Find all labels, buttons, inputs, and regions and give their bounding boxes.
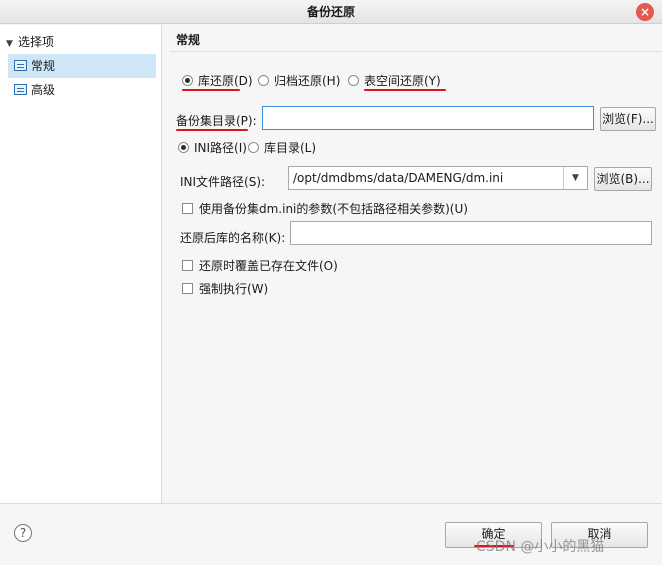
- watermark-text: CSDN @小小的黑猫: [476, 539, 605, 555]
- collapse-arrow-icon[interactable]: ▼: [6, 35, 18, 53]
- checkbox-label: 还原时覆盖已存在文件(O): [199, 259, 338, 273]
- page-icon: [14, 60, 27, 71]
- help-icon[interactable]: ?: [14, 524, 32, 542]
- red-annotation-underline: [176, 129, 248, 131]
- checkbox-label: 使用备份集dm.ini的参数(不包括路径相关参数)(U): [199, 202, 468, 216]
- radio-db-dir[interactable]: 库目录(L): [248, 139, 316, 156]
- radio-db-restore[interactable]: 库还原(D): [182, 72, 253, 89]
- sidebar-item-advanced[interactable]: 高级: [8, 78, 156, 102]
- backup-dir-input[interactable]: [262, 106, 594, 130]
- header-divider: [170, 51, 662, 52]
- radio-label: 库目录(L): [264, 141, 317, 155]
- browse-ini-button[interactable]: 浏览(B)...: [594, 167, 652, 191]
- radio-indicator[interactable]: [348, 75, 359, 86]
- backup-dir-label: 备份集目录(P):: [176, 114, 257, 128]
- red-annotation-underline: [182, 89, 240, 91]
- page-icon: [14, 84, 27, 95]
- radio-label: 库还原(D): [198, 74, 253, 88]
- dropdown-arrow-icon[interactable]: ▼: [563, 167, 587, 189]
- browse-backup-dir-button[interactable]: 浏览(F)...: [600, 107, 656, 131]
- radio-indicator[interactable]: [182, 75, 193, 86]
- radio-indicator[interactable]: [258, 75, 269, 86]
- restored-name-label: 还原后库的名称(K):: [180, 231, 286, 245]
- radio-label: 表空间还原(Y): [364, 74, 441, 88]
- use-backup-ini-checkbox[interactable]: 使用备份集dm.ini的参数(不包括路径相关参数)(U): [182, 200, 468, 217]
- radio-indicator[interactable]: [248, 142, 259, 153]
- close-button[interactable]: ×: [636, 3, 654, 21]
- window-title: 备份还原: [306, 5, 355, 19]
- sidebar-item-label: 常规: [31, 59, 56, 73]
- tree-root-label: 选择项: [18, 35, 55, 49]
- general-panel: 常规 库还原(D) 归档还原(H) 表空间还原(Y) 备份集目录(P): 浏览(…: [170, 25, 662, 503]
- ini-path-label: INI文件路径(S):: [180, 175, 266, 189]
- section-title: 常规: [176, 33, 201, 47]
- title-bar: 备份还原 ×: [0, 0, 662, 24]
- sidebar-item-general[interactable]: 常规: [8, 54, 156, 78]
- checkbox-indicator[interactable]: [182, 260, 193, 271]
- radio-label: INI路径(I): [194, 141, 247, 155]
- ini-path-combo[interactable]: /opt/dmdbms/data/DAMENG/dm.ini ▼: [288, 166, 588, 190]
- overwrite-checkbox[interactable]: 还原时覆盖已存在文件(O): [182, 257, 338, 274]
- checkbox-label: 强制执行(W): [199, 282, 269, 296]
- ini-path-value: /opt/dmdbms/data/DAMENG/dm.ini: [293, 171, 504, 185]
- radio-ini-path[interactable]: INI路径(I): [178, 139, 247, 156]
- options-tree: ▼ 选择项 常规 高级: [0, 25, 162, 503]
- backup-restore-dialog: 备份还原 × ▼ 选择项 常规 高级 常规 库还原(D) 归档还原(H) 表空间还…: [0, 0, 662, 565]
- checkbox-indicator[interactable]: [182, 283, 193, 294]
- radio-archive-restore[interactable]: 归档还原(H): [258, 72, 340, 89]
- red-annotation-underline: [364, 89, 446, 91]
- radio-indicator[interactable]: [178, 142, 189, 153]
- footer-divider: [0, 503, 662, 504]
- checkbox-indicator[interactable]: [182, 203, 193, 214]
- radio-tablespace-restore[interactable]: 表空间还原(Y): [348, 72, 441, 89]
- radio-label: 归档还原(H): [274, 74, 341, 88]
- restored-name-input[interactable]: [290, 221, 652, 245]
- force-execute-checkbox[interactable]: 强制执行(W): [182, 280, 268, 297]
- tree-root-options[interactable]: ▼ 选择项: [6, 33, 54, 51]
- sidebar-item-label: 高级: [31, 83, 56, 97]
